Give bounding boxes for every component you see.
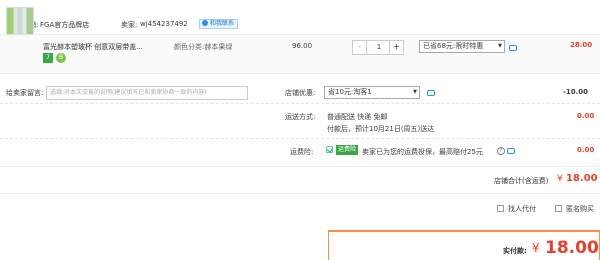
info-bubble-icon[interactable] [507, 148, 515, 154]
divider [0, 138, 600, 139]
info-bubble-icon[interactable] [509, 45, 517, 51]
info-bubble-icon[interactable] [427, 90, 435, 96]
discount-amount: -10.00 [563, 88, 589, 96]
help-icon[interactable]: ? [497, 147, 505, 155]
message-input[interactable]: 选填:对本次交易的说明(建议填写已和卖家协商一致的内容) [46, 86, 248, 100]
discount-selected: 省10元:淘客1 [328, 88, 372, 96]
item-promo-selected: 已省68元:限时特惠 [423, 42, 484, 50]
shipping-method: 普通配送 快递 免邮 [327, 113, 388, 121]
item-promo-select[interactable]: 已省68元:限时特惠 ▼ [419, 40, 505, 53]
anonymous-label[interactable]: 匿名购买 [566, 204, 594, 214]
store-discount-select[interactable]: 省10元:淘客1 ▼ [324, 86, 420, 99]
insurance-checkbox[interactable] [326, 146, 333, 153]
store-total-label: 店铺合计(含运费) [494, 177, 549, 185]
divider [0, 193, 600, 194]
insurance-label: 运费险: [290, 148, 314, 156]
insurance-text: 卖家已为您的运费投保，最高赔付25元 [362, 148, 483, 156]
final-payment-label: 实付款: [503, 247, 527, 255]
contact-seller-button[interactable]: 和我联系 [199, 19, 239, 29]
seller-name-link[interactable]: wj454237492 [140, 20, 188, 28]
product-sku: 颜色分类:赫本果绿 [174, 43, 233, 51]
message-label: 给卖家留言: [6, 89, 44, 97]
seller-label: 卖家: [121, 21, 138, 29]
chevron-down-icon: ▼ [498, 43, 502, 49]
final-payment-currency: ¥ [532, 241, 540, 255]
contact-seller-label: 和我联系 [210, 20, 235, 27]
store-header: ◎ 店铺: FGA官方品牌店 卖家: wj454237492 和我联系 [0, 0, 600, 34]
discount-label: 店铺优惠: [285, 89, 316, 97]
item-subtotal: 28.00 [570, 41, 593, 49]
cart-item-row [0, 34, 600, 74]
chat-icon [202, 20, 208, 26]
service-badge: B [56, 53, 66, 63]
shipping-amount: 0.00 [577, 112, 595, 120]
store-total-amount: 18.00 [566, 173, 598, 184]
product-price: 96.00 [292, 42, 313, 50]
shipping-label: 运送方式: [285, 113, 316, 121]
agent-pay-checkbox[interactable] [497, 205, 504, 212]
store-total-currency: ¥ [557, 174, 563, 184]
product-title-link[interactable]: 富光赫本塑玻杯 创意双层带盖... [43, 42, 143, 52]
chevron-down-icon: ▼ [413, 89, 417, 95]
anonymous-checkbox[interactable] [555, 205, 562, 212]
seven-day-return-badge: 7 [43, 53, 53, 63]
final-payment-amount: 18.00 [545, 238, 599, 258]
quantity-increase-button[interactable]: + [389, 41, 403, 54]
store-name-link[interactable]: FGA官方品牌店 [40, 20, 89, 30]
product-thumbnail[interactable] [6, 7, 34, 35]
shipping-eta: 付款后，预计10月21日(周五)送达 [327, 125, 435, 133]
quantity-stepper: - 1 + [352, 40, 404, 55]
insurance-amount: 0.00 [577, 146, 595, 154]
quantity-input[interactable]: 1 [367, 41, 391, 54]
divider [0, 166, 600, 167]
quantity-decrease-button[interactable]: - [353, 41, 367, 54]
insurance-tag: 运费险 [336, 145, 359, 155]
divider [0, 103, 600, 104]
agent-pay-label[interactable]: 找人代付 [508, 204, 536, 214]
